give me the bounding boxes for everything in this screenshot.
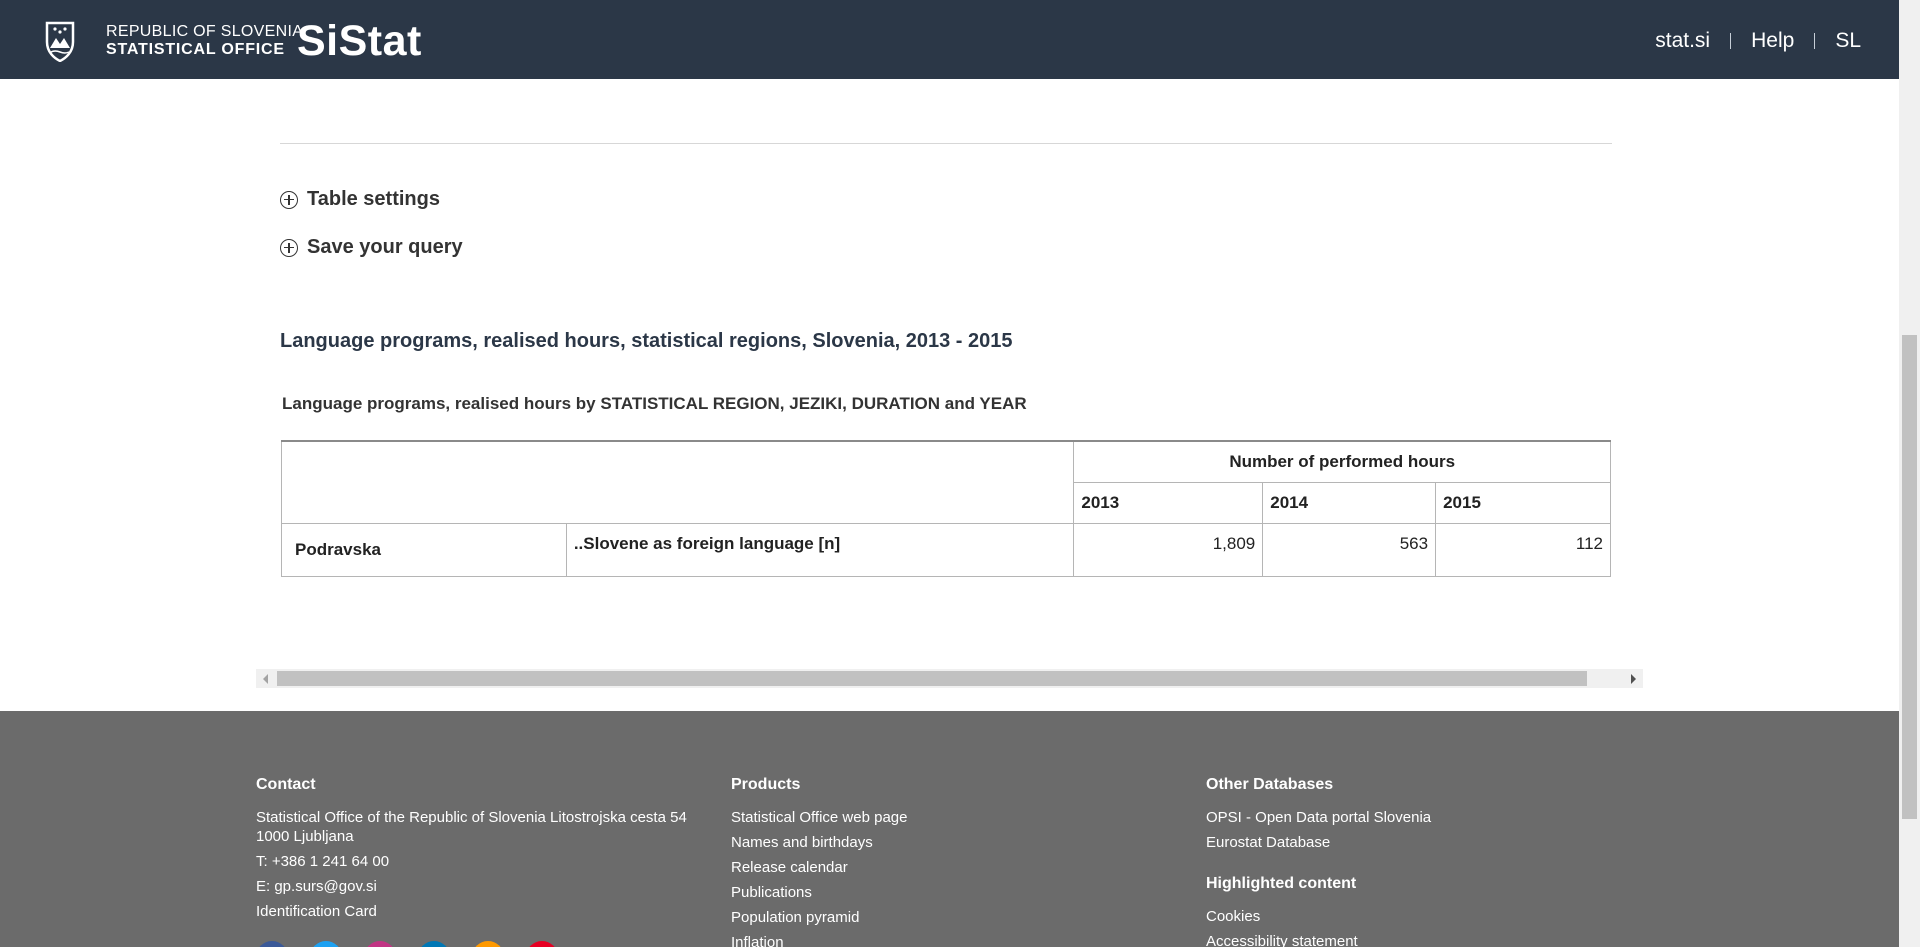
- social-links: [256, 941, 558, 947]
- footer-link[interactable]: Release calendar: [731, 859, 848, 876]
- column-header-year: 2015: [1435, 482, 1611, 524]
- header-nav: stat.si Help SL: [1655, 29, 1861, 53]
- logo-text[interactable]: REPUBLIC OF SLOVENIA STATISTICAL OFFICE: [106, 23, 303, 59]
- table-title: Language programs, realised hours, stati…: [280, 330, 1013, 352]
- nav-link-help[interactable]: Help: [1751, 29, 1794, 53]
- table-cell-value: 112: [1435, 523, 1611, 577]
- footer-link-identification-card[interactable]: Identification Card: [256, 903, 377, 920]
- footer-link[interactable]: Accessibility statement: [1206, 933, 1358, 947]
- vertical-scrollbar-thumb[interactable]: [1902, 335, 1917, 819]
- footer-link[interactable]: Eurostat Database: [1206, 834, 1330, 851]
- column-header-year: 2014: [1262, 482, 1437, 524]
- page-vertical-scrollbar[interactable]: [1899, 0, 1920, 947]
- table-settings-label: Table settings: [307, 188, 440, 210]
- footer-databases-heading: Other Databases: [1206, 776, 1334, 793]
- footer-contact: Contact Statistical Office of the Republ…: [256, 775, 716, 927]
- footer-link[interactable]: Statistical Office web page: [731, 809, 907, 826]
- logo-line-republic: REPUBLIC OF SLOVENIA: [106, 23, 304, 40]
- footer-products: Products Statistical Office web page Nam…: [731, 775, 907, 947]
- footer-phone: T: +386 1 241 64 00: [256, 853, 390, 870]
- slovenia-crest-icon: [45, 21, 75, 62]
- data-table: Number of performed hours 2013 2014 2015…: [280, 440, 1611, 577]
- social-icon[interactable]: [472, 941, 504, 947]
- nav-separator: [1814, 33, 1816, 49]
- table-cell-value: 563: [1262, 523, 1437, 577]
- save-query-label: Save your query: [307, 236, 463, 258]
- column-header-year: 2013: [1073, 482, 1264, 524]
- table-caption: Language programs, realised hours by STA…: [282, 394, 1027, 413]
- scroll-right-arrow-icon[interactable]: [1631, 674, 1636, 684]
- row-header-region: Podravska: [281, 523, 567, 577]
- footer-address: Statistical Office of the Republic of Sl…: [256, 809, 687, 845]
- logo-line-office: STATISTICAL OFFICE: [106, 41, 285, 58]
- table-row: Podravska ..Slovene as foreign language …: [281, 523, 1611, 577]
- footer-highlighted-heading: Highlighted content: [1206, 875, 1357, 892]
- social-icon[interactable]: [310, 941, 342, 947]
- horizontal-scrollbar-thumb[interactable]: [277, 671, 1587, 686]
- column-group-header: Number of performed hours: [1073, 440, 1611, 483]
- footer-contact-heading: Contact: [256, 776, 316, 793]
- table-cell-value: 1,809: [1073, 523, 1264, 577]
- footer-link[interactable]: Publications: [731, 884, 812, 901]
- social-icon[interactable]: [256, 941, 288, 947]
- scroll-left-arrow-icon[interactable]: [263, 674, 268, 684]
- footer-link[interactable]: OPSI - Open Data portal Slovenia: [1206, 809, 1431, 826]
- footer-link[interactable]: Population pyramid: [731, 909, 859, 926]
- social-icon[interactable]: [526, 941, 558, 947]
- divider: [280, 143, 1612, 144]
- site-header: REPUBLIC OF SLOVENIA STATISTICAL OFFICE …: [0, 0, 1899, 79]
- nav-link-language-sl[interactable]: SL: [1835, 29, 1861, 53]
- table-corner-cell: [280, 440, 1075, 524]
- footer-link[interactable]: Cookies: [1206, 908, 1260, 925]
- social-icon[interactable]: [418, 941, 450, 947]
- plus-circle-icon: [280, 238, 298, 257]
- nav-separator: [1730, 33, 1732, 49]
- social-icon[interactable]: [364, 941, 396, 947]
- plus-circle-icon: [280, 190, 298, 209]
- site-footer: Contact Statistical Office of the Republ…: [0, 711, 1899, 947]
- footer-email[interactable]: E: gp.surs@gov.si: [256, 877, 716, 896]
- table-horizontal-scrollbar[interactable]: [256, 669, 1643, 688]
- save-query-toggle[interactable]: Save your query: [280, 236, 463, 259]
- footer-other-databases: Other Databases OPSI - Open Data portal …: [1206, 775, 1431, 947]
- row-header-language: ..Slovene as foreign language [n]: [565, 523, 1075, 577]
- nav-link-stat-si[interactable]: stat.si: [1655, 29, 1710, 53]
- footer-link[interactable]: Names and birthdays: [731, 834, 873, 851]
- footer-products-heading: Products: [731, 776, 801, 793]
- footer-link[interactable]: Inflation: [731, 934, 784, 947]
- table-settings-toggle[interactable]: Table settings: [280, 188, 440, 211]
- sistat-brand[interactable]: SiStat: [297, 17, 422, 66]
